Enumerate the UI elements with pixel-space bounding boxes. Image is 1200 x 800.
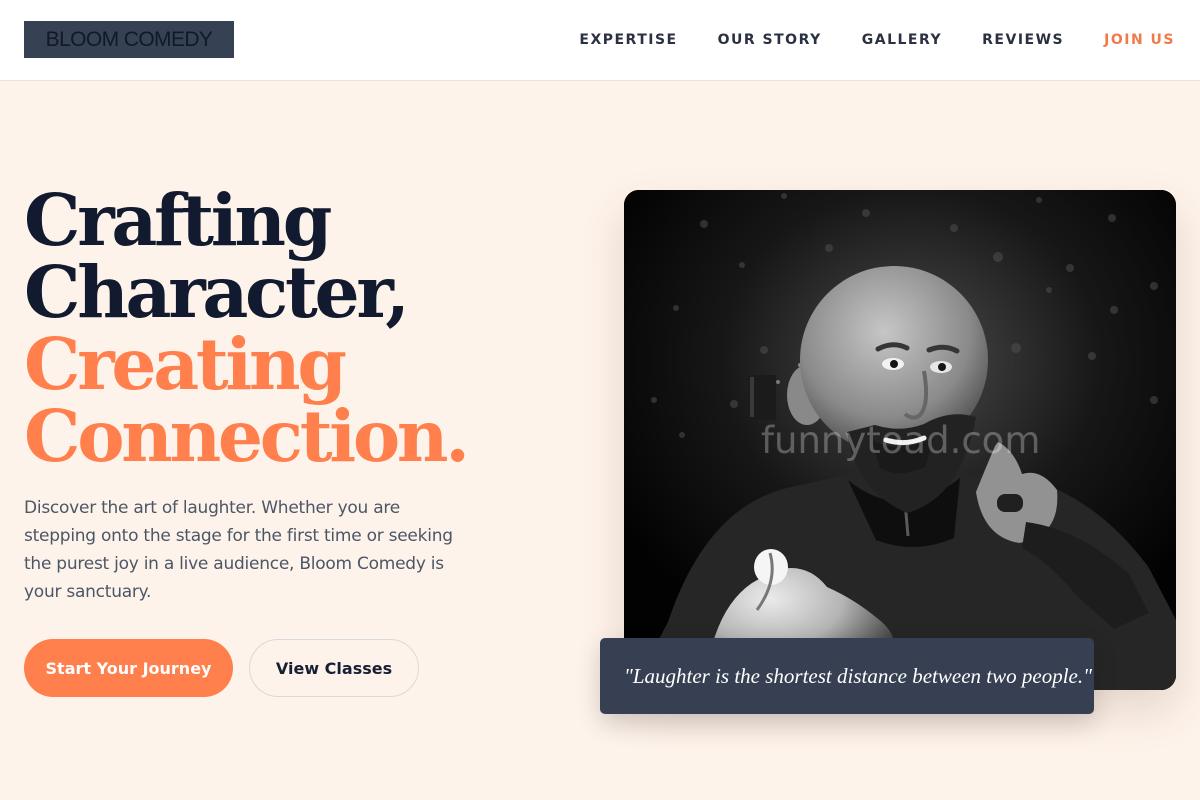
nav-reviews[interactable]: REVIEWS (982, 32, 1064, 48)
hero-description: Discover the art of laughter. Whether yo… (24, 498, 453, 602)
quote-text: "Laughter is the shortest distance betwe… (624, 663, 1092, 688)
nav-gallery[interactable]: GALLERY (862, 32, 942, 48)
start-journey-button[interactable]: Start Your Journey (24, 639, 233, 697)
nav-expertise[interactable]: EXPERTISE (579, 32, 677, 48)
main-nav: EXPERTISE OUR STORY GALLERY REVIEWS JOIN… (579, 0, 1175, 80)
site-header: BLOOM COMEDY EXPERTISE OUR STORY GALLERY… (0, 0, 1200, 81)
nav-join-us[interactable]: JOIN US (1104, 32, 1175, 48)
hero-title-accent-line: Connection. (24, 394, 470, 478)
quote-card: "Laughter is the shortest distance betwe… (600, 638, 1094, 714)
watermark-text: funnytoad.com (761, 419, 1040, 462)
hero-title-line: Character, (24, 250, 410, 334)
hero-title-line: Crafting (24, 178, 332, 262)
view-classes-button[interactable]: View Classes (249, 639, 419, 697)
nav-our-story[interactable]: OUR STORY (718, 32, 822, 48)
hero-title: Crafting Character, Creating Connection. (24, 184, 584, 472)
site-logo[interactable]: BLOOM COMEDY (24, 21, 234, 58)
hero-title-accent-line: Creating (24, 322, 347, 406)
hero-photo: funnytoad.com (624, 190, 1176, 690)
